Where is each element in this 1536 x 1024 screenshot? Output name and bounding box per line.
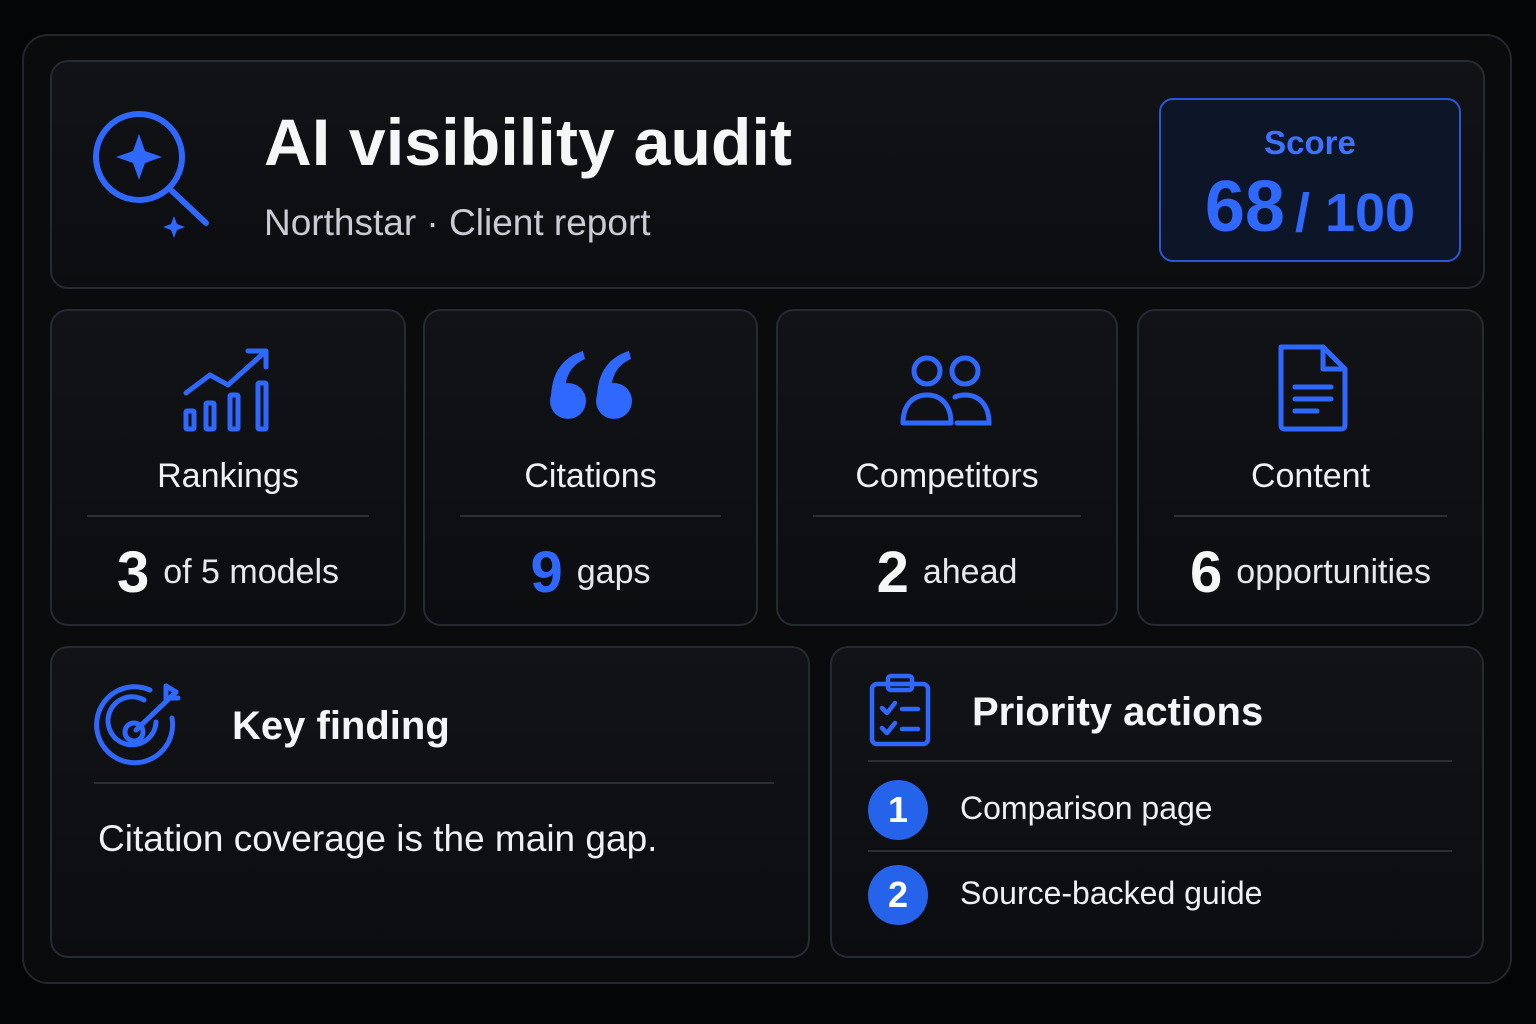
action-item[interactable]: 2 Source-backed guide [868, 861, 1452, 931]
metric-label: Citations [524, 457, 657, 495]
metric-number: 2 [876, 540, 909, 605]
metric-number: 3 [116, 540, 150, 605]
score-max: / 100 [1294, 183, 1416, 243]
divider [94, 782, 774, 784]
metric-unit: of 5 models [163, 553, 340, 591]
divider [460, 515, 721, 517]
report-header: AI visibility audit Northstar · Client r… [50, 60, 1485, 289]
divider [1174, 515, 1447, 517]
metric-card-competitors: Competitors 2 ahead [776, 309, 1118, 626]
key-finding-card: Key finding Citation coverage is the mai… [50, 646, 810, 958]
metric-label: Rankings [157, 457, 299, 495]
metric-unit: ahead [922, 553, 1018, 591]
metric-number: 9 [530, 540, 563, 605]
metric-number: 6 [1190, 540, 1223, 605]
score-label: Score [1264, 124, 1356, 161]
search-sparkle-icon [93, 111, 209, 238]
ranking-chart-icon [183, 348, 269, 432]
metric-unit: gaps [576, 553, 651, 591]
metric-label: Competitors [855, 457, 1039, 495]
step-number-badge: 1 [868, 780, 928, 840]
action-item[interactable]: 1 Comparison page [868, 776, 1452, 846]
quote-icon [549, 351, 632, 419]
key-finding-text: Citation coverage is the main gap. [98, 818, 658, 859]
metric-value: 2 ahead [778, 539, 1116, 606]
page-subtitle: Northstar · Client report [264, 202, 651, 243]
metric-card-citations: Citations 9 gaps [423, 309, 758, 626]
score-box: Score 68/ 100 [1159, 98, 1461, 262]
key-finding-title: Key finding [232, 704, 450, 748]
divider [813, 515, 1081, 517]
score-value: 68/ 100 [1161, 166, 1459, 248]
metric-card-content: Content 6 opportunities [1137, 309, 1484, 626]
target-icon [94, 683, 181, 766]
document-icon [1278, 344, 1347, 432]
step-number-badge: 2 [868, 865, 928, 925]
metric-unit: opportunities [1236, 553, 1431, 591]
metric-value: 9 gaps [425, 539, 756, 606]
action-label: Source-backed guide [960, 875, 1263, 911]
metric-label: Content [1250, 457, 1371, 495]
metric-value: 6 opportunities [1139, 539, 1482, 606]
clipboard-checklist-icon [869, 673, 931, 747]
score-number: 68 [1204, 167, 1285, 247]
priority-actions-card: Priority actions 1 Comparison page 2 Sou… [830, 646, 1484, 958]
users-icon [900, 355, 992, 426]
priority-actions-title: Priority actions [972, 690, 1264, 734]
divider [87, 515, 369, 517]
metric-value: 3 of 5 models [52, 539, 404, 606]
page-title: AI visibility audit [264, 105, 793, 179]
action-label: Comparison page [960, 790, 1213, 826]
divider [868, 850, 1452, 852]
divider [868, 760, 1452, 762]
metric-card-rankings: Rankings 3 of 5 models [50, 309, 406, 626]
